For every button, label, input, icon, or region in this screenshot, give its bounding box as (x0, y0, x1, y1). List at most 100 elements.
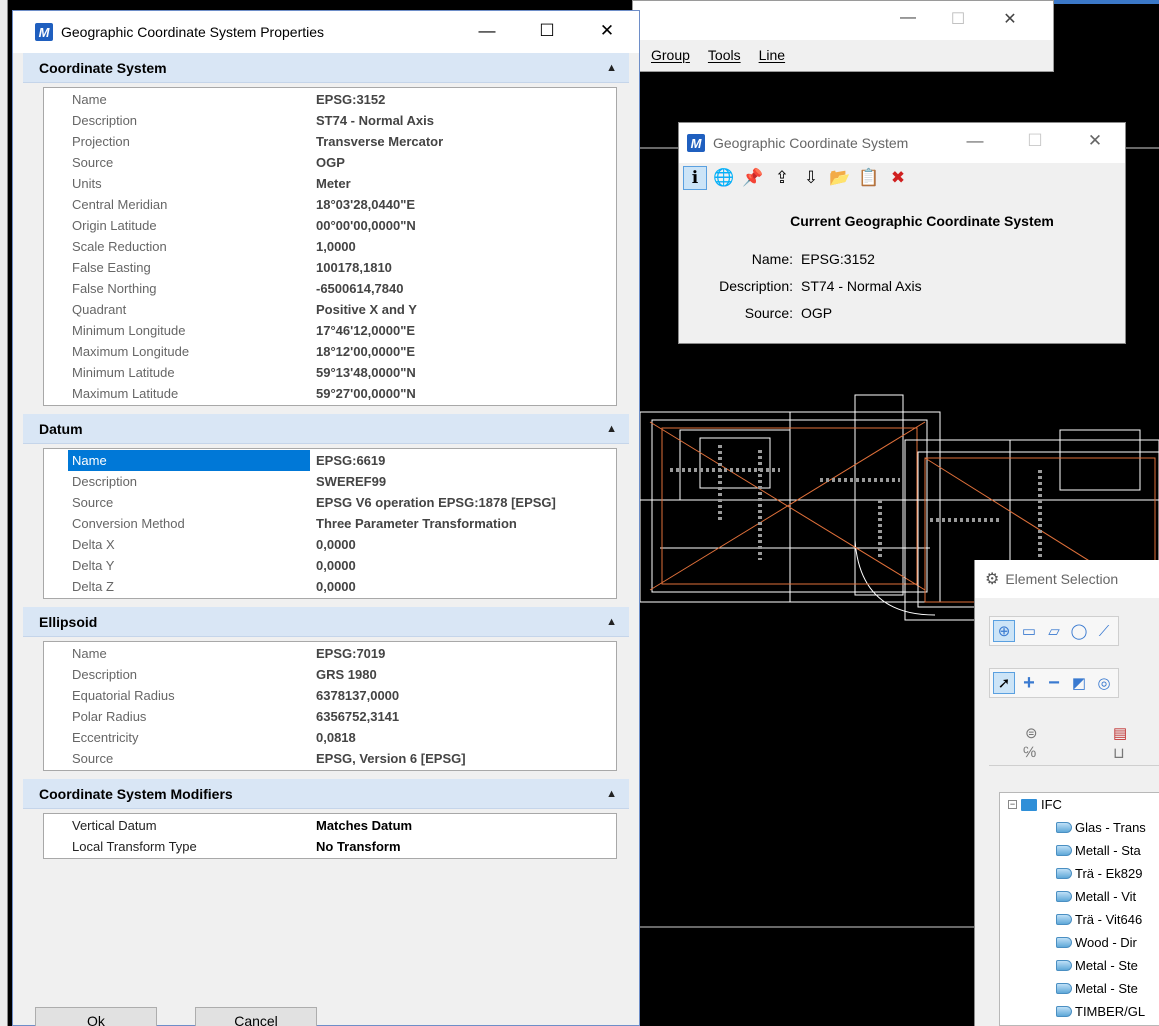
main-close-button[interactable]: ✕ (987, 9, 1033, 29)
property-row[interactable]: Description GRS 1980 (44, 664, 616, 685)
import-icon[interactable]: ⇩ (799, 166, 823, 190)
property-row[interactable]: Scale Reduction 1,0000 (44, 236, 616, 257)
gcs-maximize-button[interactable]: ☐ (1015, 131, 1055, 151)
collapse-chevron-icon[interactable]: ▲ (606, 62, 617, 74)
folder-open-icon[interactable]: 📂 (828, 166, 852, 190)
property-row[interactable]: Polar Radius 6356752,3141 (44, 706, 616, 727)
modifiers-header[interactable]: Coordinate System Modifiers ▲ (23, 779, 629, 809)
tree-item[interactable]: Trä - Vit646 (1000, 908, 1159, 931)
tree-item[interactable]: Metal - Ste (1000, 977, 1159, 1000)
individual-select-icon[interactable]: ⊕ (993, 620, 1015, 642)
block-select-icon[interactable]: ▭ (1018, 620, 1040, 642)
ellipsoid-header[interactable]: Ellipsoid ▲ (23, 607, 629, 637)
tree-item[interactable]: Wood - Dir (1000, 931, 1159, 954)
property-row[interactable]: Source EPSG, Version 6 [EPSG] (44, 748, 616, 769)
property-row[interactable]: Minimum Longitude 17°46'12,0000"E (44, 320, 616, 341)
tree-item[interactable]: Metall - Sta (1000, 839, 1159, 862)
globe-icon[interactable]: 🌐 (712, 166, 736, 190)
tree-item[interactable]: Glas - Trans (1000, 816, 1159, 839)
tree-root[interactable]: − IFC (1000, 793, 1159, 816)
gcs-description-value: ST74 - Normal Axis (801, 277, 922, 294)
info-icon[interactable]: ℹ (683, 166, 707, 190)
circle-select-icon[interactable]: ◯ (1068, 620, 1090, 642)
property-row[interactable]: Delta X 0,0000 (44, 534, 616, 555)
property-row[interactable]: Quadrant Positive X and Y (44, 299, 616, 320)
gcs-close-button[interactable]: ✕ (1075, 131, 1115, 151)
main-maximize-button[interactable]: ☐ (935, 9, 981, 29)
property-row[interactable]: Description ST74 - Normal Axis (44, 110, 616, 131)
add-selection-icon[interactable]: + (1018, 672, 1040, 694)
collapse-icon[interactable]: − (1008, 800, 1017, 809)
templates-tab-icon[interactable]: ⊔ (1113, 744, 1125, 762)
property-value: 0,0000 (316, 558, 356, 573)
menu-group[interactable]: Group (651, 47, 690, 63)
property-row[interactable]: Conversion Method Three Parameter Transfo… (44, 513, 616, 534)
property-row[interactable]: Origin Latitude 00°00'00,0000"N (44, 215, 616, 236)
property-row[interactable]: Eccentricity 0,0818 (44, 727, 616, 748)
tree-item[interactable]: Metall - Vit (1000, 885, 1159, 908)
tree-item[interactable]: TIMBER/GL (1000, 1000, 1159, 1023)
element-selection-titlebar[interactable]: ⚙ Element Selection (975, 560, 1159, 598)
property-row[interactable]: Delta Y 0,0000 (44, 555, 616, 576)
property-row[interactable]: Source OGP (44, 152, 616, 173)
delete-icon[interactable]: ✖ (886, 166, 910, 190)
section-title: Ellipsoid (39, 613, 98, 630)
menu-line[interactable]: Line (759, 47, 785, 63)
property-row-selected[interactable]: Name EPSG:6619 (44, 450, 616, 471)
main-window-titlebar[interactable]: — ☐ ✕ (633, 1, 1053, 41)
gcs-minimize-button[interactable]: — (955, 131, 995, 151)
classes-tab-icon[interactable]: ℅ (1023, 744, 1036, 761)
tree-item[interactable]: Metal - Ste (1000, 954, 1159, 977)
property-value[interactable]: Matches Datum (310, 815, 616, 836)
types-tab-icon[interactable]: ▤ (1113, 724, 1127, 742)
property-row[interactable]: Minimum Latitude 59°13'48,0000"N (44, 362, 616, 383)
properties-maximize-button[interactable]: ☐ (527, 21, 567, 41)
subtract-selection-icon[interactable]: − (1043, 672, 1065, 694)
menu-tools[interactable]: Tools (708, 47, 741, 63)
property-key: False Northing (72, 281, 157, 296)
export-icon[interactable]: ⇪ (770, 166, 794, 190)
levels-tab-icon[interactable]: ⊜ (1025, 724, 1038, 742)
property-row[interactable]: Units Meter (44, 173, 616, 194)
element-tree: − IFC Glas - Trans Metall - Sta Trä - Ek… (999, 792, 1159, 1026)
property-row[interactable]: Source EPSG V6 operation EPSG:1878 [EPSG] (44, 492, 616, 513)
property-row[interactable]: Local Transform Type No Transform (44, 836, 616, 857)
property-row[interactable]: Maximum Latitude 59°27'00,0000"N (44, 383, 616, 404)
main-minimize-button[interactable]: — (885, 9, 931, 27)
property-row[interactable]: False Easting 100178,1810 (44, 257, 616, 278)
property-row[interactable]: Projection Transverse Mercator (44, 131, 616, 152)
properties-minimize-button[interactable]: — (467, 21, 507, 41)
collapse-chevron-icon[interactable]: ▲ (606, 788, 617, 800)
select-all-icon[interactable]: ◎ (1093, 672, 1115, 694)
collapse-chevron-icon[interactable]: ▲ (606, 616, 617, 628)
property-key: Description (72, 667, 138, 682)
properties-icon[interactable]: 📋 (857, 166, 881, 190)
new-selection-icon[interactable]: ➚ (993, 672, 1015, 694)
property-row[interactable]: Maximum Longitude 18°12'00,0000"E (44, 341, 616, 362)
property-row[interactable]: Description SWEREF99 (44, 471, 616, 492)
property-row[interactable]: Central Meridian 18°03'28,0440"E (44, 194, 616, 215)
gcs-source-label: Source: (744, 304, 793, 321)
property-row[interactable]: Equatorial Radius 6378137,0000 (44, 685, 616, 706)
pushpin-icon[interactable]: 📌 (741, 166, 765, 190)
property-value[interactable]: No Transform (310, 836, 616, 857)
property-row[interactable]: Delta Z 0,0000 (44, 576, 616, 597)
properties-close-button[interactable]: ✕ (587, 21, 627, 41)
property-row[interactable]: Vertical Datum Matches Datum (44, 815, 616, 836)
property-row[interactable]: False Northing -6500614,7840 (44, 278, 616, 299)
property-row[interactable]: Name EPSG:7019 (44, 643, 616, 664)
tree-item[interactable]: Trä - Ek829 (1000, 862, 1159, 885)
properties-titlebar[interactable]: M Geographic Coordinate System Propertie… (13, 11, 639, 53)
property-row[interactable]: Name EPSG:3152 (44, 89, 616, 110)
coordinate-system-header[interactable]: Coordinate System ▲ (23, 53, 629, 83)
property-key: Source (72, 155, 114, 170)
collapse-chevron-icon[interactable]: ▲ (606, 423, 617, 435)
cancel-button[interactable]: Cancel (195, 1007, 317, 1026)
invert-selection-icon[interactable]: ◩ (1068, 672, 1090, 694)
datum-header[interactable]: Datum ▲ (23, 414, 629, 444)
folder-icon (1021, 798, 1037, 811)
gcs-titlebar[interactable]: M Geographic Coordinate System — ☐ ✕ (679, 123, 1125, 163)
line-select-icon[interactable]: ⟋ (1093, 620, 1115, 642)
ok-button[interactable]: Ok (35, 1007, 157, 1026)
shape-select-icon[interactable]: ▱ (1043, 620, 1065, 642)
